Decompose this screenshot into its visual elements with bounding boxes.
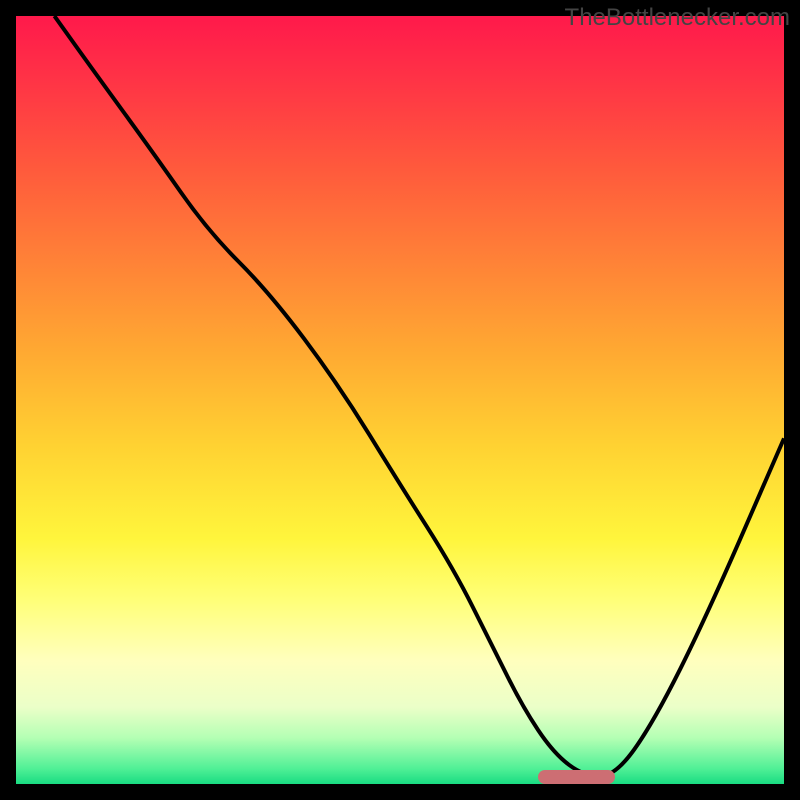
bottleneck-curve (16, 16, 784, 784)
watermark-text: TheBottlenecker.com (565, 4, 790, 32)
optimal-zone-marker (538, 770, 615, 784)
gradient-chart-area (16, 16, 784, 784)
